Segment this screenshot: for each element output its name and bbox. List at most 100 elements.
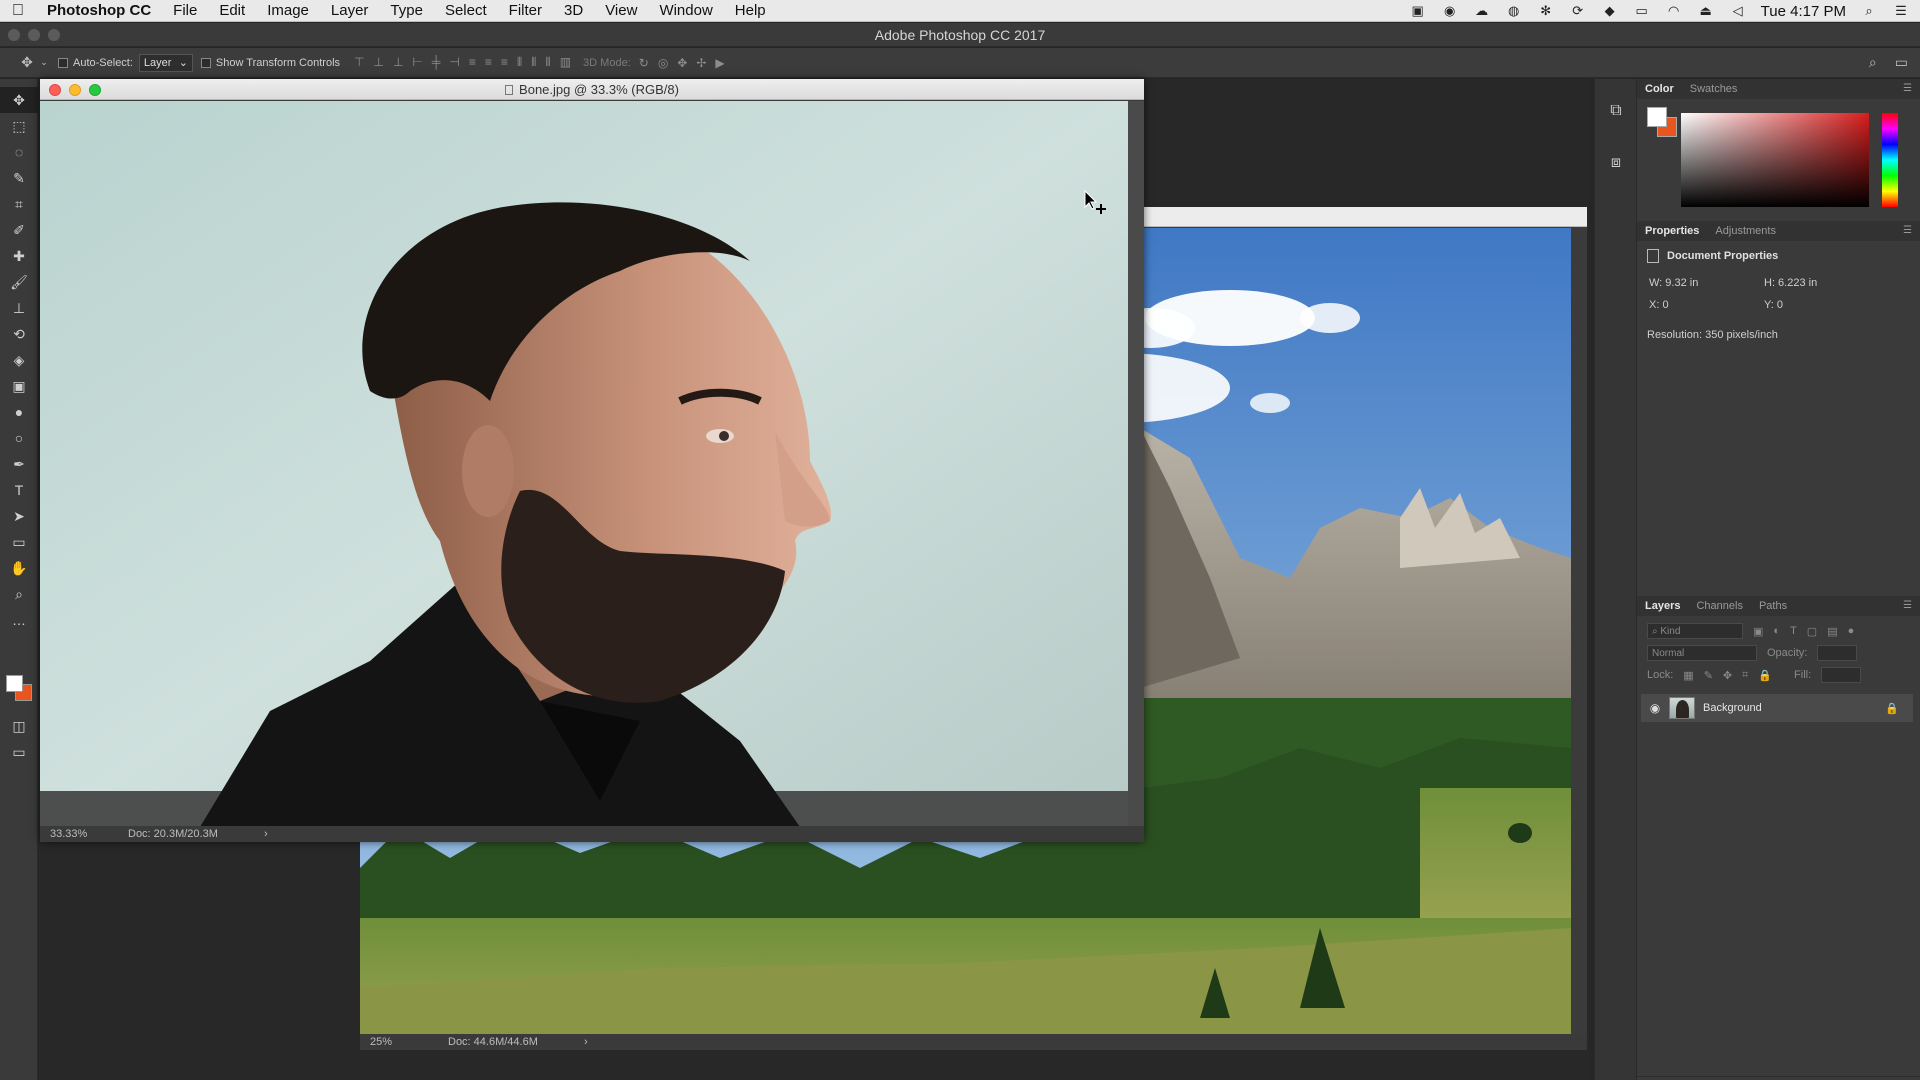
screen-mode-icon[interactable]: ▭ <box>0 739 38 765</box>
roll-3d-icon[interactable]: ◎ <box>658 56 668 70</box>
workspace-icon[interactable]: ▭ <box>1895 54 1908 71</box>
distribute-vcenter-icon[interactable]: ≡ <box>485 55 492 70</box>
filter-smart-icon[interactable]: ▤ <box>1827 625 1837 638</box>
dodge-tool[interactable]: ○ <box>0 425 38 451</box>
tab-color[interactable]: Color <box>1637 83 1682 95</box>
distribute-bottom-icon[interactable]: ≡ <box>501 55 508 70</box>
menu-file[interactable]: File <box>162 2 208 19</box>
cloud-icon[interactable]: ☁ <box>1473 3 1491 18</box>
filter-type-icon[interactable]: T <box>1790 625 1797 637</box>
lock-all-icon[interactable]: 🔒 <box>1758 669 1772 682</box>
eraser-tool[interactable]: ◈ <box>0 347 38 373</box>
display-icon[interactable]: ▭ <box>1633 3 1651 18</box>
menu-filter[interactable]: Filter <box>498 2 553 19</box>
blur-tool[interactable]: ● <box>0 399 38 425</box>
menu-edit[interactable]: Edit <box>208 2 256 19</box>
auto-select-checkbox[interactable] <box>58 57 68 68</box>
align-bottom-icon[interactable]: ⊥ <box>393 55 403 70</box>
quick-mask-icon[interactable]: ◫ <box>0 713 38 739</box>
align-right-icon[interactable]: ⊣ <box>449 55 459 70</box>
portrait-vertical-scrollbar[interactable] <box>1128 101 1144 827</box>
filter-toggle-icon[interactable]: ● <box>1848 625 1855 637</box>
align-left-icon[interactable]: ⊢ <box>412 55 422 70</box>
distribute-right-icon[interactable]: ⦀ <box>545 55 550 70</box>
align-vcenter-icon[interactable]: ⊥ <box>373 55 383 70</box>
portrait-image[interactable] <box>40 101 1128 827</box>
wifi-icon[interactable]: ◠ <box>1665 3 1683 18</box>
move-tool-icon[interactable]: ✥ <box>16 54 38 71</box>
distribute-top-icon[interactable]: ≡ <box>469 55 476 70</box>
menu-select[interactable]: Select <box>434 2 498 19</box>
rectangle-tool[interactable]: ▭ <box>0 529 38 555</box>
menu-app-name[interactable]: Photoshop CC <box>36 2 162 19</box>
gradient-tool[interactable]: ▣ <box>0 373 38 399</box>
chevron-right-icon[interactable]: › <box>264 828 268 840</box>
search-icon[interactable]: ⌕ <box>1869 54 1877 71</box>
apple-icon[interactable]:  <box>0 2 36 20</box>
distribute-hcenter-icon[interactable]: ⦀ <box>531 55 536 70</box>
drag-3d-icon[interactable]: ✥ <box>677 56 687 70</box>
eye-icon[interactable]: ◉ <box>1641 701 1669 715</box>
lasso-tool[interactable]: ◌ <box>0 139 38 165</box>
blend-mode-select[interactable]: Normal <box>1647 645 1757 661</box>
marquee-tool[interactable]: ⬚ <box>0 113 38 139</box>
auto-align-icon[interactable]: ▥ <box>560 55 571 70</box>
property-height[interactable]: H: 6.223 in <box>1764 277 1879 289</box>
layer-name[interactable]: Background <box>1703 702 1762 714</box>
foreground-color-swatch[interactable] <box>6 675 23 692</box>
history-brush-tool[interactable]: ⟲ <box>0 321 38 347</box>
rotate-3d-icon[interactable]: ↻ <box>639 56 649 70</box>
fill-input[interactable] <box>1821 667 1862 683</box>
volume-icon[interactable]: ◁ <box>1729 3 1747 18</box>
lock-position-icon[interactable]: ✥ <box>1723 669 1732 682</box>
history-panel-icon[interactable]: ⧉ <box>1595 91 1637 131</box>
eject-icon[interactable]: ⏏ <box>1697 3 1715 18</box>
panel-menu-icon[interactable]: ☰ <box>1903 83 1912 94</box>
tab-properties[interactable]: Properties <box>1637 225 1707 237</box>
distribute-left-icon[interactable]: ⦀ <box>517 55 522 70</box>
hue-slider[interactable] <box>1882 113 1898 207</box>
settings-icon[interactable]: ✻ <box>1537 3 1555 18</box>
screen-icon[interactable]: ▣ <box>1409 3 1427 18</box>
character-panel-icon[interactable]: ⧈ <box>1595 143 1637 183</box>
menu-view[interactable]: View <box>594 2 648 19</box>
chevron-down-icon[interactable]: ⌄ <box>38 57 50 68</box>
brush-tool[interactable]: 🖌 <box>0 269 38 295</box>
lock-transparent-icon[interactable]: ▦ <box>1683 669 1693 682</box>
color-picker-field[interactable] <box>1681 113 1869 207</box>
globe-icon[interactable]: ◍ <box>1505 3 1523 18</box>
dropbox-icon[interactable]: ◆ <box>1601 3 1619 18</box>
crop-tool[interactable]: ⌗ <box>0 191 38 217</box>
panel-menu-icon[interactable]: ☰ <box>1903 600 1912 611</box>
property-y[interactable]: Y: 0 <box>1764 299 1879 311</box>
chevron-right-icon[interactable]: › <box>584 1036 588 1048</box>
property-width[interactable]: W: 9.32 in <box>1649 277 1764 289</box>
sync-icon[interactable]: ⟳ <box>1569 3 1587 18</box>
show-transform-checkbox[interactable] <box>200 57 211 68</box>
color-foreground-swatch[interactable] <box>1647 107 1667 127</box>
tab-paths[interactable]: Paths <box>1751 600 1795 612</box>
panel-menu-icon[interactable]: ☰ <box>1903 225 1912 236</box>
menu-type[interactable]: Type <box>379 2 434 19</box>
align-hcenter-icon[interactable]: ╪ <box>432 55 441 70</box>
path-select-tool[interactable]: ➤ <box>0 503 38 529</box>
landscape-zoom[interactable]: 25% <box>360 1036 448 1048</box>
eyedropper-tool[interactable]: ✐ <box>0 217 38 243</box>
healing-tool[interactable]: ✚ <box>0 243 38 269</box>
zoom-tool[interactable]: ⌕ <box>0 581 38 607</box>
filter-shape-icon[interactable]: ▢ <box>1807 625 1817 638</box>
record-icon[interactable]: ◉ <box>1441 3 1459 18</box>
lock-artboard-icon[interactable]: ⌗ <box>1742 669 1748 682</box>
menu-window[interactable]: Window <box>648 2 723 19</box>
type-tool[interactable]: T <box>0 477 38 503</box>
tab-channels[interactable]: Channels <box>1688 600 1750 612</box>
quick-select-tool[interactable]: ✎ <box>0 165 38 191</box>
menu-help[interactable]: Help <box>724 2 777 19</box>
tab-layers[interactable]: Layers <box>1637 600 1688 612</box>
document-window-portrait[interactable]: Bone.jpg @ 33.3% (RGB/8) 33.33% Doc: 20.… <box>40 79 1144 842</box>
move-tool[interactable]: ✥ <box>0 87 38 113</box>
menubar-clock[interactable]: Tue 4:17 PM <box>1761 3 1846 20</box>
portrait-titlebar[interactable]: Bone.jpg @ 33.3% (RGB/8) <box>40 79 1144 100</box>
hand-tool[interactable]: ✋ <box>0 555 38 581</box>
align-top-icon[interactable]: ⊤ <box>354 55 364 70</box>
